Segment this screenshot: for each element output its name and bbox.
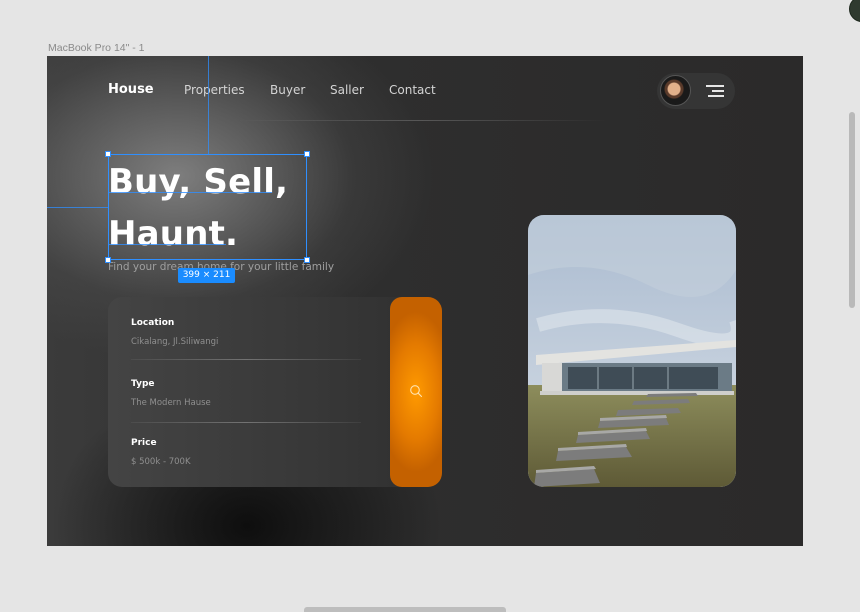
corner-button[interactable] — [849, 0, 860, 22]
resize-handle-top-right[interactable] — [304, 151, 310, 157]
search-icon — [410, 385, 423, 398]
type-value[interactable]: The Modern Hause — [131, 398, 361, 408]
search-card: Location Cikalang, Jl.Siliwangi Type The… — [108, 297, 442, 487]
selection-size-badge: 399 × 211 — [178, 268, 235, 283]
price-label: Price — [131, 438, 157, 448]
price-field[interactable]: Price $ 500k - 700K — [131, 438, 361, 467]
field-divider — [131, 422, 361, 423]
menu-icon[interactable] — [706, 84, 724, 98]
logo[interactable]: House — [108, 82, 154, 97]
nav-link-saller[interactable]: Saller — [330, 83, 364, 97]
house-photo-illustration — [528, 215, 736, 487]
resize-handle-bottom-left[interactable] — [105, 257, 111, 263]
layout-guide — [47, 207, 108, 208]
house-photo[interactable] — [528, 215, 736, 487]
resize-handle-top-left[interactable] — [105, 151, 111, 157]
nav-divider — [237, 120, 607, 121]
location-label: Location — [131, 318, 175, 328]
layout-guide — [208, 56, 209, 154]
horizontal-scrollbar[interactable] — [304, 607, 506, 612]
location-value[interactable]: Cikalang, Jl.Siliwangi — [131, 337, 361, 347]
frame-label[interactable]: MacBook Pro 14" - 1 — [48, 42, 145, 54]
nav-link-contact[interactable]: Contact — [389, 83, 436, 97]
field-divider — [131, 359, 361, 360]
design-frame[interactable]: House Properties Buyer Saller Contact Bu… — [47, 56, 803, 546]
selection-box[interactable] — [105, 151, 310, 263]
nav-link-properties[interactable]: Properties — [184, 83, 245, 97]
vertical-scrollbar[interactable] — [849, 112, 855, 308]
type-label: Type — [131, 379, 155, 389]
nav-link-buyer[interactable]: Buyer — [270, 83, 305, 97]
type-field[interactable]: Type The Modern Hause — [131, 379, 361, 408]
price-value[interactable]: $ 500k - 700K — [131, 457, 361, 467]
location-field[interactable]: Location Cikalang, Jl.Siliwangi — [131, 318, 361, 347]
profile-pill[interactable] — [657, 73, 735, 109]
search-button[interactable] — [390, 297, 442, 487]
resize-handle-bottom-right[interactable] — [304, 257, 310, 263]
avatar[interactable] — [660, 75, 691, 106]
